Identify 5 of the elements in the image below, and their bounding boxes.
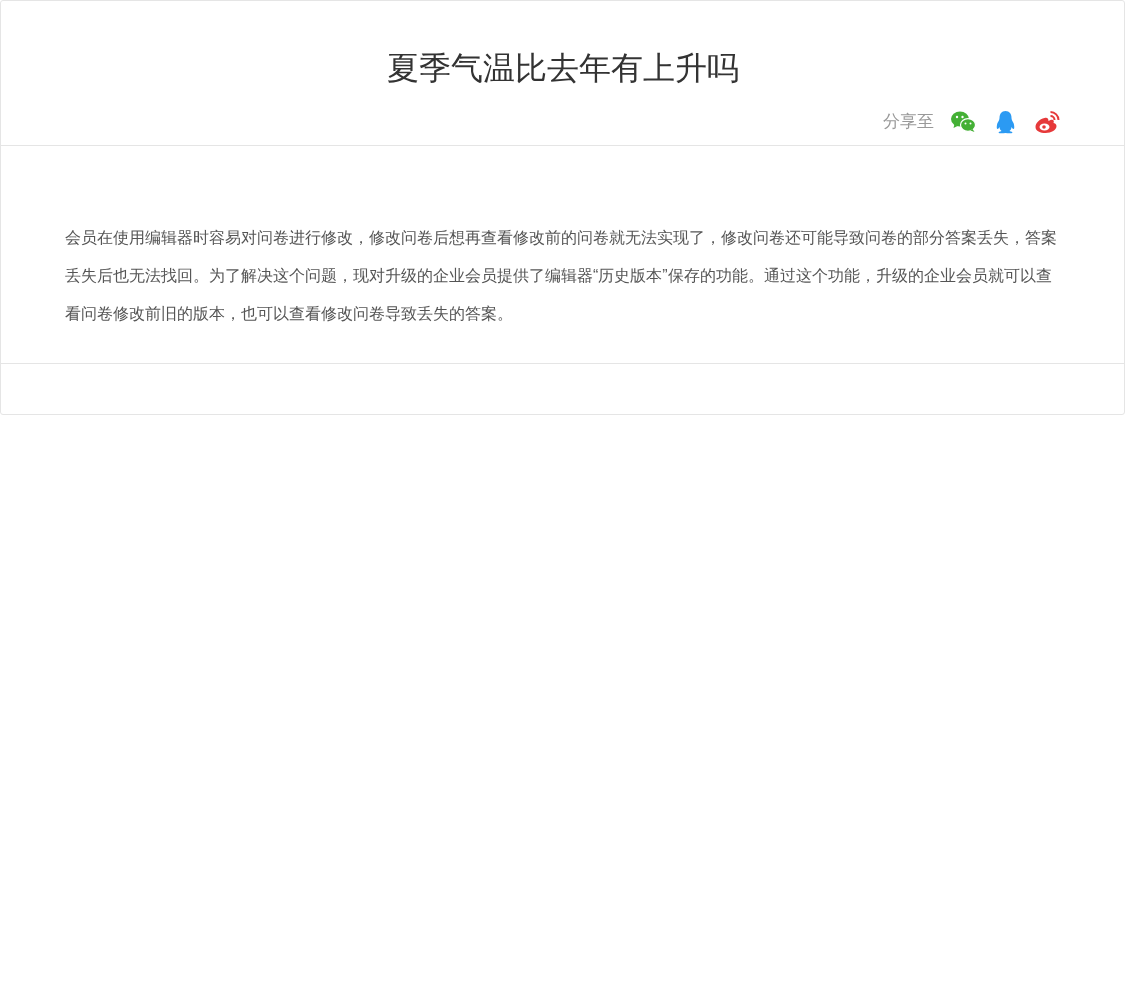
swirl-logo-icon[interactable]	[1034, 110, 1060, 135]
share-label: 分享至	[883, 111, 934, 134]
chat-bubbles-icon[interactable]	[950, 110, 976, 135]
article-paragraph: 会员在使用编辑器时容易对问卷进行修改，修改问卷后想再查看修改前的问卷就无法实现了，修改问卷还可能导致问卷的部分答案丢失，答案丢失后也无法找回。为了解决这个问题，现对升级的企业会员提供了编辑器“历史版本”保存的功能。通过这个功能，升级的企业会员就可以查看问卷修改前旧的版本，也可以查看修改问卷导致丢失的答案。	[65, 227, 1058, 324]
article-title: 夏季气温比去年有上升吗	[385, 49, 740, 88]
